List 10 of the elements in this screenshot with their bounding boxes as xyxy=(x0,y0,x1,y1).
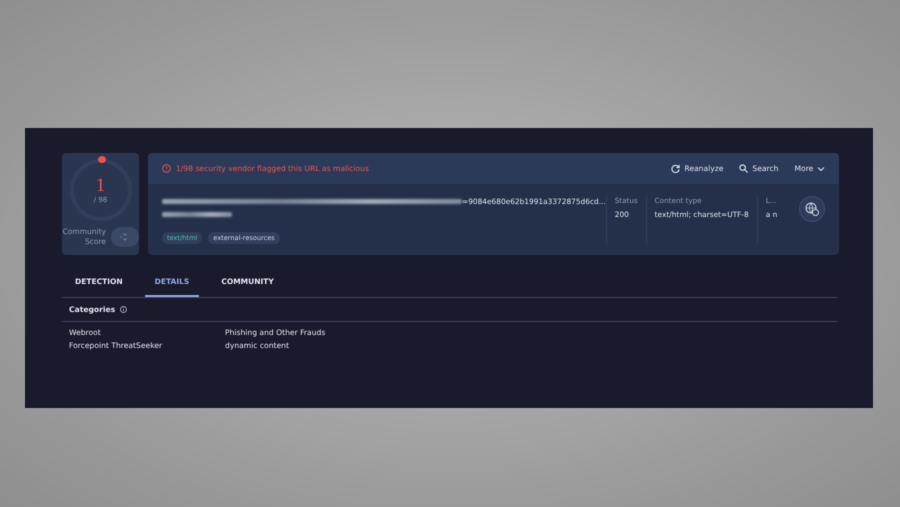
refresh-icon xyxy=(671,164,680,173)
globe-link-icon xyxy=(805,202,820,216)
alert-icon xyxy=(162,164,171,173)
search-icon xyxy=(739,164,748,173)
score-dot xyxy=(98,156,106,163)
chevron-down-icon xyxy=(817,166,826,172)
detection-count: 1 xyxy=(96,176,106,196)
globe-link-button[interactable] xyxy=(799,196,826,222)
info-icon xyxy=(120,306,128,313)
blurred-url xyxy=(162,212,232,217)
